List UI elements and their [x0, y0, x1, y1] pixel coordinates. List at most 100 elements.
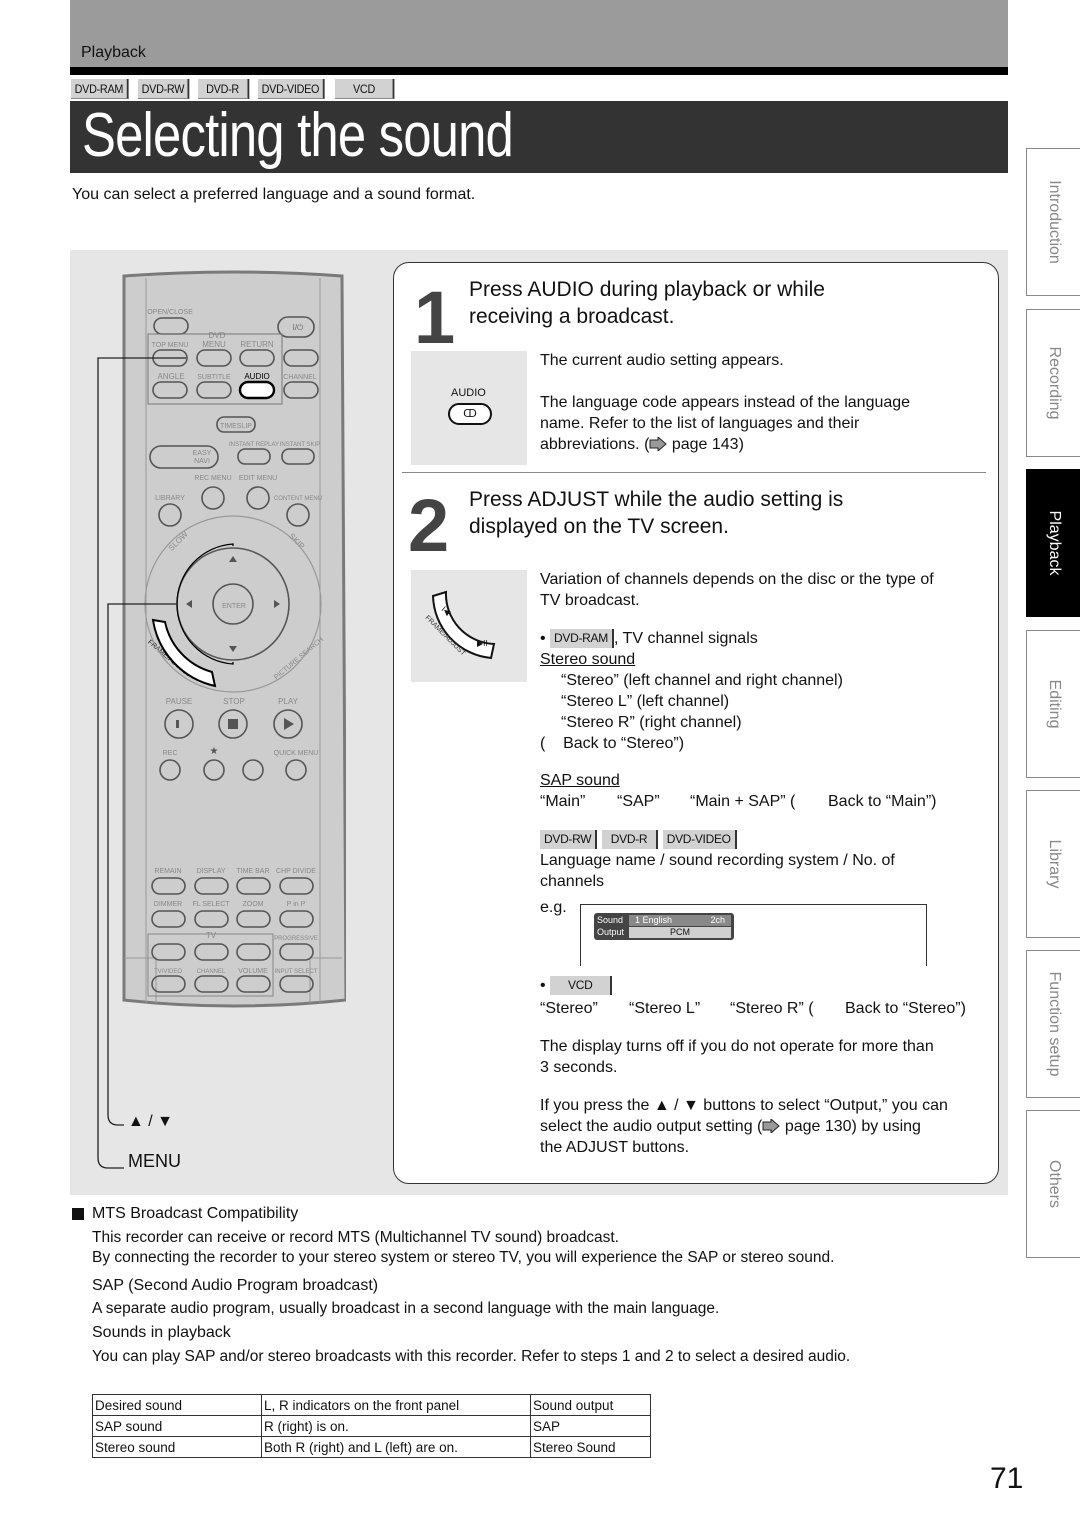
side-tab-label: Others: [1045, 1159, 1063, 1209]
side-tab-label: Recording: [1045, 346, 1063, 420]
display-off-line1: The display turns off if you do not oper…: [540, 1038, 934, 1055]
disc-tag-dvd-video-inline: DVD-VIDEO: [662, 830, 737, 850]
header-band: [70, 0, 1008, 67]
section-label: Playback: [81, 44, 146, 61]
bullet-square-icon: [72, 1208, 84, 1220]
mts-line2: By connecting the recorder to your stere…: [92, 1249, 835, 1266]
side-tab-others[interactable]: Others: [1026, 1110, 1080, 1258]
step-1-text: The current audio setting appears. The l…: [540, 350, 910, 455]
step-2-heading-line2: displayed on the TV screen.: [469, 515, 729, 538]
step-1-p1: The current audio setting appears.: [540, 352, 784, 369]
stereo-back: ( Back to “Stereo”): [540, 735, 685, 752]
table-cell: Stereo sound: [92, 1436, 262, 1458]
page-title: Selecting the sound: [82, 101, 514, 170]
side-tab-label: Introduction: [1045, 180, 1063, 264]
callout-menu: MENU: [128, 1151, 181, 1171]
side-tab-introduction[interactable]: Introduction: [1026, 148, 1080, 296]
callout-lines: [97, 357, 186, 1169]
disc-tag-dvd-ram: DVD-RAM: [71, 79, 129, 99]
sap-note-heading: SAP (Second Audio Program broadcast): [92, 1277, 379, 1294]
stereo-heading: Stereo sound: [540, 651, 636, 668]
sap-seq-item: “Main + SAP” (: [690, 793, 796, 810]
steps-box: 1 Press AUDIO during playback or while r…: [393, 262, 999, 1184]
sound-indicator-table: Desired sound L, R indicators on the fro…: [92, 1394, 651, 1458]
sap-sequence: “Main” “SAP” “Main + SAP” ( Back to “Mai…: [540, 791, 990, 812]
step-2-number: 2: [408, 484, 450, 567]
sap-heading: SAP sound: [540, 772, 620, 789]
step-1-heading-line2: receiving a broadcast.: [469, 305, 675, 328]
vcd-seq-item: “Stereo L”: [629, 1000, 701, 1017]
side-tab-recording[interactable]: Recording: [1026, 309, 1080, 457]
step-1-ref-prefix: abbreviations. (: [540, 436, 650, 453]
osd-sound-label: Sound: [597, 915, 624, 925]
frame-adjust-icon: I◀ ▶II FRAME/ADJUST: [424, 590, 496, 660]
table-cell: Stereo Sound: [530, 1436, 651, 1458]
svg-text:▶II: ▶II: [477, 639, 488, 648]
output-line2: select the audio output setting ( page 1…: [540, 1116, 990, 1137]
page-number: 71: [990, 1462, 1024, 1495]
osd-sound-channels: 2ch: [710, 915, 725, 925]
disc-tag-dvd-r: DVD-R: [198, 79, 250, 99]
stereo-item: “Stereo L” (left channel): [561, 693, 730, 710]
osd-sound-language: 1 English: [635, 915, 673, 925]
side-tab-playback[interactable]: Playback: [1026, 469, 1080, 617]
dvd-desc-line1: Language name / sound recording system /…: [540, 852, 895, 869]
mts-line1: This recorder can receive or record MTS …: [92, 1229, 619, 1246]
table-cell: SAP sound: [92, 1415, 262, 1437]
output-page-ref[interactable]: page 130) by using: [780, 1118, 921, 1135]
output-line3: the ADJUST buttons.: [540, 1139, 690, 1156]
sap-seq-item: Back to “Main”): [828, 793, 937, 810]
table-row: Stereo sound Both R (right) and L (left)…: [92, 1436, 651, 1458]
disc-tag-dvd-rw: DVD-RW: [137, 79, 190, 99]
side-tab-editing[interactable]: Editing: [1026, 630, 1080, 778]
vcd-seq-item: “Stereo R” (: [730, 1000, 814, 1017]
dvd-ram-line: • DVD-RAM, TV channel signals: [540, 629, 758, 649]
side-tab-label: Library: [1045, 839, 1063, 889]
table-header: Sound output: [530, 1394, 651, 1416]
step-1-page-ref[interactable]: page 143): [667, 436, 744, 453]
disc-tag-vcd-inline: VCD: [550, 976, 613, 996]
audio-button-thumbnail: AUDIO ↀ: [411, 351, 527, 465]
intro-text: You can select a preferred language and …: [72, 186, 476, 203]
playback-note-body: You can play SAP and/or stereo broadcast…: [92, 1348, 851, 1365]
disc-tag-dvd-video: DVD-VIDEO: [257, 79, 325, 99]
table-header: Desired sound: [92, 1394, 262, 1416]
table-header: L, R indicators on the front panel: [261, 1394, 531, 1416]
page-ref-arrow-icon: [762, 1119, 781, 1133]
sap-note-body: A separate audio program, usually broadc…: [92, 1300, 720, 1317]
osd-display: Sound 1 English 2ch Output PCM: [594, 913, 734, 940]
mts-body: This recorder can receive or record MTS …: [92, 1228, 834, 1268]
side-tab-library[interactable]: Library: [1026, 790, 1080, 938]
ram-text: , TV channel signals: [613, 630, 758, 647]
step-1-heading-line1: Press AUDIO during playback or while: [469, 278, 825, 301]
mts-heading: MTS Broadcast Compatibility: [92, 1205, 299, 1222]
label-open-close: OPEN/CLOSE: [147, 309, 193, 316]
disc-tag-dvd-r-inline: DVD-R: [601, 830, 659, 850]
step-2-heading-line1: Press ADJUST while the audio setting is: [469, 488, 844, 511]
vcd-seq-item: Back to “Stereo”): [845, 1000, 966, 1017]
side-tab-function-setup[interactable]: Function setup: [1026, 950, 1080, 1098]
table-cell: SAP: [530, 1415, 651, 1437]
display-off-line2: 3 seconds.: [540, 1059, 618, 1076]
side-tab-label: Playback: [1045, 510, 1063, 576]
dvd-tags-line: DVD-RW DVD-R DVD-VIDEO: [540, 829, 990, 850]
vcd-section: • VCD “Stereo” “Stereo L” “Stereo R” ( B…: [540, 975, 990, 1158]
eg-label: e.g.: [540, 899, 567, 916]
audio-icon: ↀ: [448, 403, 492, 425]
side-tab-label: Function setup: [1045, 971, 1063, 1077]
disc-tag-vcd: VCD: [334, 79, 395, 99]
stereo-item: “Stereo” (left channel and right channel…: [561, 672, 843, 689]
variation-line2: TV broadcast.: [540, 592, 640, 609]
side-tab-label: Editing: [1045, 679, 1063, 729]
vcd-seq-item: “Stereo”: [540, 1000, 598, 1017]
disc-type-tags: DVD-RAM DVD-RW DVD-R DVD-VIDEO VCD: [71, 79, 401, 99]
header-rule: [70, 67, 1008, 75]
callout-up-down: ▲ / ▼: [128, 1113, 174, 1130]
osd-output-label: Output: [597, 927, 625, 937]
step-divider: [402, 472, 986, 473]
frame-adjust-thumbnail: I◀ ▶II FRAME/ADJUST: [411, 570, 527, 682]
playback-note-heading: Sounds in playback: [92, 1324, 231, 1341]
step-1-number: 1: [414, 276, 456, 359]
step-2-heading: Press ADJUST while the audio setting is …: [469, 486, 843, 540]
step-1-p2-line3: abbreviations. ( page 143): [540, 434, 910, 455]
